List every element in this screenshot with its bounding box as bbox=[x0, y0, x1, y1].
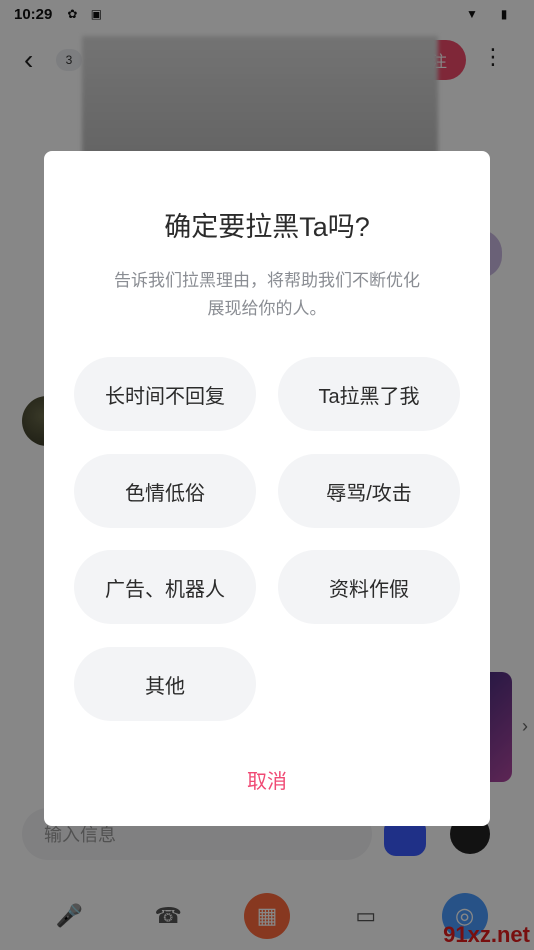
dialog-subtitle-line1: 告诉我们拉黑理由，将帮助我们不断优化 bbox=[114, 271, 420, 290]
dialog-subtitle-line2: 展现给你的人。 bbox=[207, 299, 327, 318]
dialog-title: 确定要拉黑Ta吗? bbox=[164, 212, 370, 242]
dialog-subtitle: 告诉我们拉黑理由，将帮助我们不断优化 展现给你的人。 bbox=[84, 267, 450, 323]
reason-vulgar-button[interactable]: 色情低俗 bbox=[74, 454, 256, 528]
reason-other-button[interactable]: 其他 bbox=[74, 647, 256, 721]
reason-ad-bot-button[interactable]: 广告、机器人 bbox=[74, 550, 256, 624]
reason-abuse-button[interactable]: 辱骂/攻击 bbox=[278, 454, 460, 528]
reason-no-reply-button[interactable]: 长时间不回复 bbox=[74, 357, 256, 431]
block-reason-dialog: 确定要拉黑Ta吗? 告诉我们拉黑理由，将帮助我们不断优化 展现给你的人。 长时间… bbox=[44, 151, 490, 826]
reason-blocked-me-button[interactable]: Ta拉黑了我 bbox=[278, 357, 460, 431]
cancel-button[interactable]: 取消 bbox=[44, 765, 490, 794]
reason-fake-profile-button[interactable]: 资料作假 bbox=[278, 550, 460, 624]
